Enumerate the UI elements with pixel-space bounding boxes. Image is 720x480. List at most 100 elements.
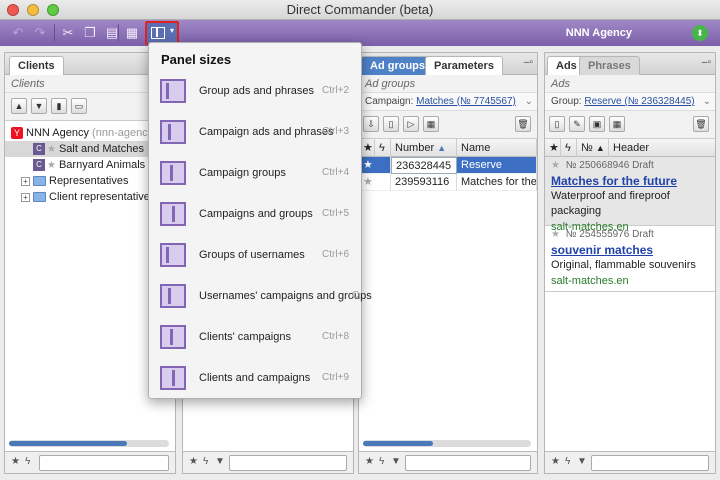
lightning-filter-icon[interactable]: ϟ <box>565 456 570 467</box>
paste-icon[interactable]: ▤ <box>102 23 122 43</box>
star-filter-icon[interactable]: ★ <box>11 456 20 467</box>
scrollbar-thumb[interactable] <box>9 441 127 446</box>
star-icon[interactable]: ★ <box>551 160 560 171</box>
tab-clients[interactable]: Clients <box>9 56 64 75</box>
move-down-icon[interactable]: ▼ <box>31 98 47 114</box>
tree-label: Salt and Matches <box>58 143 144 155</box>
cell-name[interactable]: Reserve <box>457 157 537 174</box>
expand-icon[interactable]: + <box>21 176 30 186</box>
image-icon[interactable]: ▣ <box>589 116 605 132</box>
menu-item-groups-usernames[interactable]: Groups of usernames Ctrl+6 <box>149 235 361 275</box>
star-filter-icon[interactable]: ★ <box>189 456 198 467</box>
menu-item-campaigns-groups[interactable]: Campaigns and groups Ctrl+5 <box>149 194 361 234</box>
adgroups-filter-input[interactable] <box>405 455 531 471</box>
adgroups-footer: ★ ϟ ▼ <box>359 451 537 473</box>
lightning-filter-icon[interactable]: ϟ <box>203 456 208 467</box>
menu-item-campaign-ads-phrases[interactable]: Campaign ads and phrases Ctrl+3 <box>149 112 361 152</box>
layout-icon <box>160 120 186 144</box>
star-icon[interactable]: ★ <box>551 229 560 240</box>
star-icon[interactable]: ★ <box>47 144 56 155</box>
ads-filter-input[interactable] <box>591 455 709 471</box>
menu-item-clients-and-campaigns[interactable]: Clients and campaigns Ctrl+9 <box>149 358 361 398</box>
cut-icon[interactable]: ✂ <box>58 23 78 43</box>
star-column-icon[interactable]: ★ <box>545 139 561 157</box>
copy-icon[interactable]: ❐ <box>80 23 100 43</box>
menu-item-usernames-campaigns-groups[interactable]: Usernames' campaigns and groups C <box>149 276 372 316</box>
table-row[interactable]: ★ 239593116 Matches for the fu <box>359 174 537 191</box>
statistics-icon[interactable]: ▮ <box>51 98 67 114</box>
layout-icon <box>160 161 186 185</box>
ad-card[interactable]: ★ № 254555976 Draft souvenir matches Ori… <box>545 226 715 292</box>
trash-icon[interactable]: 🗑 <box>693 116 709 132</box>
ad-meta-text: № 250668946 Draft <box>565 160 654 171</box>
lightning-column-icon[interactable]: ϟ <box>561 139 577 157</box>
star-filter-icon[interactable]: ★ <box>365 456 374 467</box>
horizontal-scrollbar[interactable] <box>9 440 169 447</box>
star-icon[interactable]: ★ <box>359 157 391 174</box>
campaign-link[interactable]: Matches (№ 7745567) <box>416 96 516 107</box>
menu-item-label: Group ads and phrases <box>199 85 314 97</box>
tree-label: Representatives <box>49 175 129 187</box>
star-icon[interactable]: ★ <box>359 174 391 191</box>
cell-number[interactable]: 236328445 <box>391 157 457 174</box>
ad-card[interactable]: ★ № 250668946 Draft Matches for the futu… <box>545 157 715 233</box>
redo-icon[interactable]: ↷ <box>30 23 50 43</box>
panel-sizes-menu: Panel sizes Group ads and phrases Ctrl+2… <box>148 42 372 399</box>
agency-name[interactable]: NNN Agency <box>566 20 632 46</box>
trash-icon[interactable]: 🗑 <box>515 116 531 132</box>
menu-item-clients-campaigns[interactable]: Clients' campaigns Ctrl+8 <box>149 317 361 357</box>
collapse-icon[interactable]: ⌄ <box>703 93 711 110</box>
lightning-filter-icon[interactable]: ϟ <box>379 456 384 467</box>
minimize-window-button[interactable] <box>27 4 39 16</box>
connection-status-icon[interactable]: ⬍ <box>692 25 708 41</box>
column-number[interactable]: Number ▲ <box>391 139 457 157</box>
funnel-filter-icon[interactable]: ▼ <box>577 456 587 467</box>
adgroups-subheader: Ad groups <box>359 75 537 93</box>
group-link[interactable]: Reserve (№ 236328445) <box>584 96 694 107</box>
ad-title[interactable]: Matches for the future <box>551 173 711 189</box>
tab-ad-groups[interactable]: Ad groups <box>361 56 434 75</box>
menu-item-group-ads-phrases[interactable]: Group ads and phrases Ctrl+2 <box>149 71 361 111</box>
battery-icon[interactable]: ▭ <box>71 98 87 114</box>
cell-number[interactable]: 239593116 <box>391 174 457 191</box>
lightning-column-icon[interactable]: ϟ <box>375 139 391 157</box>
tree-label: Client representatives <box>49 191 156 203</box>
tab-parameters[interactable]: Parameters <box>425 56 503 75</box>
column-label: Number <box>395 142 435 154</box>
star-filter-icon[interactable]: ★ <box>551 456 560 467</box>
expand-icon[interactable]: + <box>21 192 30 202</box>
campaigns-filter-input[interactable] <box>229 455 347 471</box>
document-icon[interactable]: ▯ <box>383 116 399 132</box>
pane-window-controls[interactable]: –▫ <box>524 57 533 68</box>
table-row[interactable]: ★ 236328445 Reserve <box>359 157 537 174</box>
funnel-filter-icon[interactable]: ▼ <box>215 456 225 467</box>
move-up-icon[interactable]: ▲ <box>11 98 27 114</box>
edit-ad-icon[interactable]: ✎ <box>569 116 585 132</box>
undo-icon[interactable]: ↶ <box>8 23 28 43</box>
column-number[interactable]: № ▲ <box>577 139 609 157</box>
column-name[interactable]: Name <box>457 139 537 157</box>
menu-item-campaign-groups[interactable]: Campaign groups Ctrl+4 <box>149 153 361 193</box>
zoom-window-button[interactable] <box>47 4 59 16</box>
pane-window-controls[interactable]: –▫ <box>702 57 711 68</box>
ad-title[interactable]: souvenir matches <box>551 242 711 258</box>
close-window-button[interactable] <box>7 4 19 16</box>
star-icon[interactable]: ★ <box>47 160 56 171</box>
download-icon[interactable]: ⇩ <box>363 116 379 132</box>
lightning-filter-icon[interactable]: ϟ <box>25 456 30 467</box>
scrollbar-thumb[interactable] <box>363 441 433 446</box>
horizontal-scrollbar[interactable] <box>363 440 531 447</box>
adgroups-grid-header: ★ ϟ Number ▲ Name <box>359 139 537 157</box>
clients-filter-input[interactable] <box>39 455 169 471</box>
table-view-icon[interactable]: ▦ <box>122 23 142 43</box>
column-header[interactable]: Header <box>609 139 715 157</box>
grid-icon[interactable]: ▦ <box>609 116 625 132</box>
grid-icon[interactable]: ▦ <box>423 116 439 132</box>
play-icon[interactable]: ▷ <box>403 116 419 132</box>
new-ad-icon[interactable]: ▯ <box>549 116 565 132</box>
collapse-icon[interactable]: ⌄ <box>525 93 533 110</box>
funnel-filter-icon[interactable]: ▼ <box>391 456 401 467</box>
layout-icon <box>160 243 186 267</box>
cell-name[interactable]: Matches for the fu <box>457 174 537 191</box>
tab-phrases[interactable]: Phrases <box>579 56 640 75</box>
